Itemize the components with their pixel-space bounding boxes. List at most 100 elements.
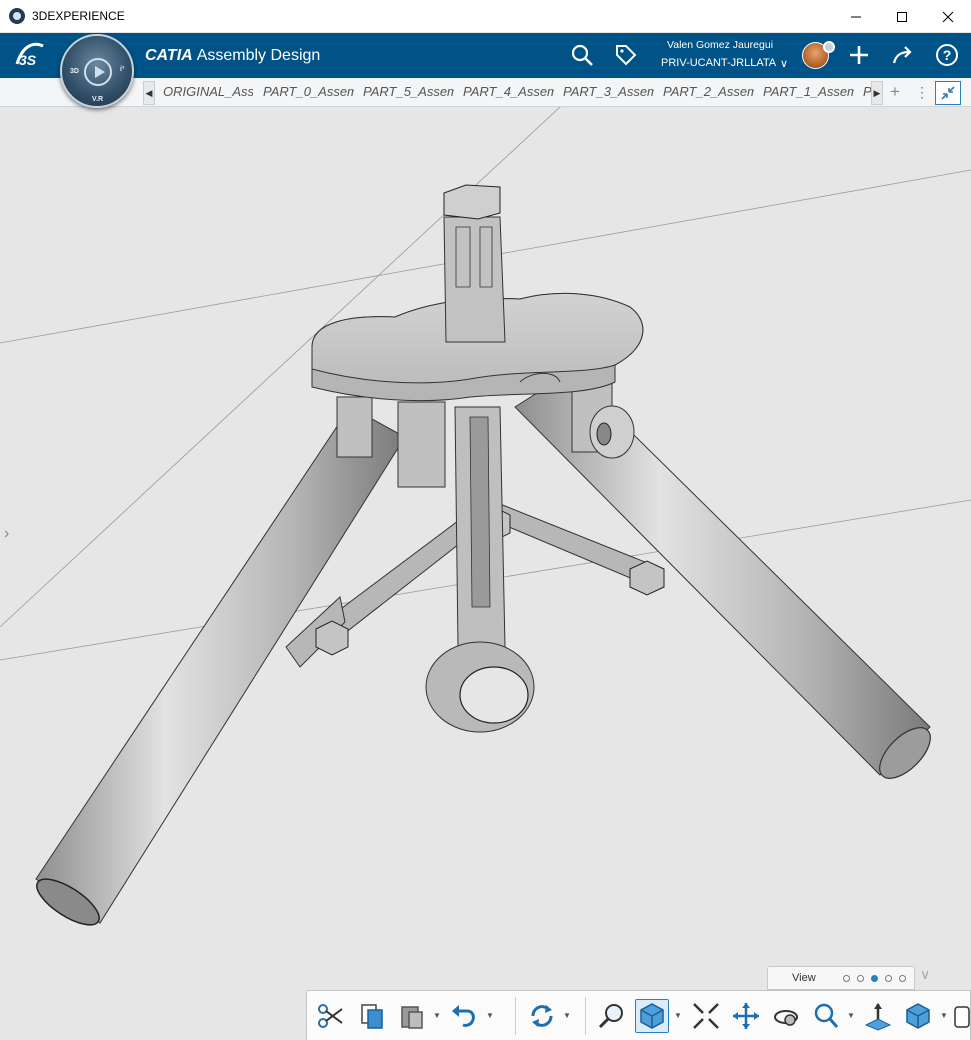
user-name[interactable]: Valen Gomez Jauregui — [667, 39, 773, 51]
document-tab-bar: ◀ ORIGINAL_Ass PART_0_Assem PART_5_Assem… — [0, 78, 971, 107]
section-dot-5[interactable] — [899, 975, 906, 982]
compass-widget[interactable]: 3D i³ V.R — [60, 34, 134, 108]
app-name: Assembly Design — [196, 47, 321, 64]
search-button[interactable] — [568, 41, 596, 69]
collapse-icon — [941, 86, 955, 100]
chevron-down-icon[interactable]: ∨ — [780, 57, 788, 70]
brand-name: CATIA — [145, 47, 193, 64]
chevron-right-icon[interactable]: › — [4, 525, 9, 543]
section-label: View — [792, 972, 816, 984]
copy-button[interactable] — [355, 999, 389, 1033]
tab-part-0[interactable]: PART_0_Assem — [263, 84, 354, 99]
tab-scroll-right-button[interactable]: ▶ — [871, 81, 883, 105]
normal-view-button[interactable] — [861, 999, 895, 1033]
cut-icon — [318, 1004, 343, 1028]
tag-icon — [616, 45, 637, 66]
svg-text:?: ? — [943, 47, 952, 63]
share-button[interactable] — [889, 41, 917, 69]
render-style-button[interactable] — [901, 999, 935, 1033]
update-button[interactable] — [525, 999, 559, 1033]
view-mode-button[interactable] — [635, 999, 669, 1033]
render-style-icon — [906, 1003, 930, 1029]
view-mode-icon — [640, 1003, 664, 1029]
search-icon — [571, 44, 593, 66]
new-tab-button[interactable]: + — [890, 82, 900, 102]
zoom-button[interactable] — [809, 999, 843, 1033]
view-mode-options-caret[interactable]: ▼ — [674, 1011, 682, 1020]
help-button[interactable]: ? — [933, 41, 961, 69]
3d-viewport[interactable]: › — [0, 107, 971, 1040]
rotate-icon — [774, 1010, 798, 1026]
tab-menu-button[interactable]: ⋮ — [915, 84, 929, 101]
fit-all-icon — [693, 1003, 719, 1029]
add-button[interactable] — [845, 41, 873, 69]
tenant-label[interactable]: PRIV-UCANT-JRLLATA — [661, 57, 776, 69]
tab-part-1[interactable]: PART_1_Assem — [763, 84, 854, 99]
dassault-logo-icon[interactable]: 3S — [13, 40, 47, 70]
tab-scroll-left-button[interactable]: ◀ — [143, 81, 155, 105]
close-button[interactable] — [925, 0, 971, 33]
undo-button[interactable] — [447, 999, 481, 1033]
zoom-area-icon — [598, 1004, 623, 1029]
window-title: 3DEXPERIENCE — [32, 9, 125, 23]
play-icon[interactable] — [84, 58, 112, 86]
more-tools-icon — [954, 1006, 970, 1028]
app-title: CATIA Assembly Design — [145, 47, 320, 65]
toolbar-separator — [585, 997, 586, 1035]
paste-options-caret[interactable]: ▼ — [433, 1011, 441, 1020]
help-icon: ? — [936, 44, 958, 66]
tag-button[interactable] — [612, 41, 640, 69]
undo-options-caret[interactable]: ▼ — [486, 1011, 494, 1020]
zoom-area-button[interactable] — [595, 999, 629, 1033]
compass-3d-label: 3D — [70, 68, 79, 75]
fit-all-button[interactable] — [689, 999, 723, 1033]
update-options-caret[interactable]: ▼ — [563, 1011, 571, 1020]
update-icon — [531, 1005, 553, 1027]
paste-button[interactable] — [395, 999, 429, 1033]
render-style-options-caret[interactable]: ▼ — [940, 1011, 948, 1020]
pan-button[interactable] — [729, 999, 763, 1033]
section-dot-2[interactable] — [857, 975, 864, 982]
undo-icon — [452, 1005, 475, 1027]
chevron-down-icon[interactable]: ∨ — [920, 966, 938, 986]
pan-icon — [733, 1003, 759, 1029]
eye-lug[interactable] — [589, 405, 635, 459]
more-tools-button[interactable] — [953, 999, 971, 1033]
tab-partial[interactable]: P — [863, 84, 871, 99]
minimize-icon — [851, 16, 861, 17]
toolbar-separator — [515, 997, 516, 1035]
zoom-icon — [814, 1003, 839, 1028]
cut-button[interactable] — [313, 999, 347, 1033]
minimize-button[interactable] — [833, 0, 879, 33]
share-icon — [892, 46, 912, 64]
window-title-bar: 3DEXPERIENCE — [0, 0, 971, 33]
add-icon — [850, 46, 868, 64]
compass-vr-label: V.R — [92, 96, 104, 103]
normal-view-icon — [864, 1003, 892, 1031]
section-selector[interactable]: View — [767, 966, 915, 990]
collapse-button[interactable] — [935, 81, 961, 105]
maximize-button[interactable] — [879, 0, 925, 33]
app-icon — [9, 8, 25, 24]
zoom-options-caret[interactable]: ▼ — [847, 1011, 855, 1020]
left-leg-tube[interactable] — [30, 406, 406, 933]
status-badge — [823, 41, 835, 53]
svg-text:3S: 3S — [19, 52, 37, 68]
tab-part-4[interactable]: PART_4_Assem — [463, 84, 554, 99]
tab-part-5[interactable]: PART_5_Assem — [363, 84, 454, 99]
tab-part-2[interactable]: PART_2_Assem — [663, 84, 754, 99]
section-dot-3[interactable] — [871, 975, 878, 982]
section-dot-1[interactable] — [843, 975, 850, 982]
maximize-icon — [897, 11, 907, 22]
copy-icon — [361, 1004, 383, 1029]
paste-icon — [401, 1006, 423, 1029]
rotate-button[interactable] — [769, 999, 803, 1033]
action-bar: ▼ ▼ ▼ ▼ ▼ ▼ — [306, 990, 971, 1040]
section-dot-4[interactable] — [885, 975, 892, 982]
compass-i3-label: i³ — [120, 66, 125, 73]
tab-part-3[interactable]: PART_3_Assem — [563, 84, 654, 99]
close-icon — [942, 11, 954, 22]
assembly-model[interactable] — [0, 107, 971, 1040]
tab-original[interactable]: ORIGINAL_Ass — [163, 84, 253, 99]
shaft-with-nut[interactable] — [443, 184, 506, 343]
